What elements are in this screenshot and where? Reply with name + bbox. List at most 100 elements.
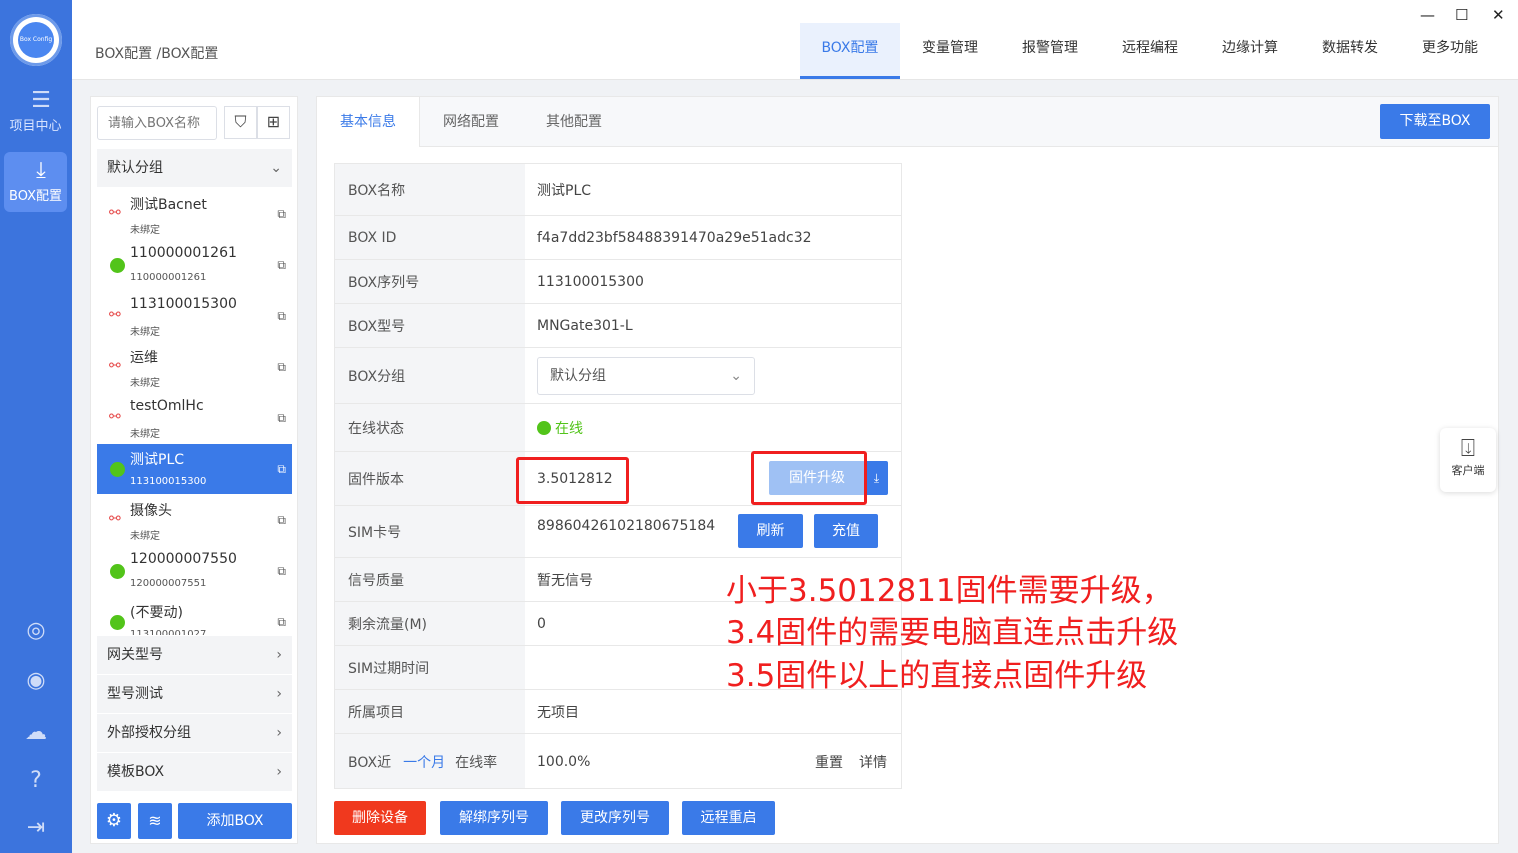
filter-icon[interactable]: ⛉ (224, 106, 257, 139)
content-panel: 基本信息 网络配置 其他配置 下载至BOX BOX名称 测试PLC BOX ID f… (316, 96, 1499, 844)
list-item[interactable]: ⚯ 运维 未绑定 ⧉ (97, 342, 292, 392)
delete-device-button[interactable]: 删除设备 (334, 801, 426, 835)
wifi-off-icon[interactable]: ≋ (138, 803, 172, 839)
list-item-selected[interactable]: 测试PLC 113100015300 ⧉ (97, 444, 292, 494)
add-folder-icon[interactable]: ⊞ (257, 106, 290, 139)
download-icon[interactable]: ⤓ (865, 461, 888, 495)
grid-list-icon: ☰ (31, 88, 51, 113)
help-icon[interactable]: ? (23, 768, 49, 794)
group-default[interactable]: 默认分组 ⌄ (97, 149, 292, 187)
row-sim: SIM卡号 89860426102180675184 刷新 充值 (335, 506, 901, 558)
list-item[interactable]: 110000001261 110000001261 ⧉ (97, 240, 292, 290)
tab-box-config[interactable]: BOX配置 (800, 23, 900, 79)
list-item[interactable]: ⚯ 113100015300 未绑定 ⧉ (97, 291, 292, 341)
row-project: 所属项目 无项目 (335, 690, 901, 734)
unlink-icon: ⚯ (109, 409, 121, 425)
list-item[interactable]: (不要动) 113100001027 ⧉ (97, 597, 292, 635)
box-name-link[interactable]: 测试PLC (537, 164, 591, 215)
group-external-auth[interactable]: 外部授权分组 › (97, 714, 292, 752)
download-to-box-button[interactable]: 下载至BOX (1380, 104, 1490, 139)
cloud-upload-icon[interactable]: ☁ (23, 720, 49, 746)
breadcrumb: BOX配置 /BOX配置 (95, 46, 219, 62)
online-dot (110, 462, 125, 477)
chevron-right-icon: › (276, 725, 282, 741)
list-item[interactable]: 120000007550 120000007551 ⧉ (97, 546, 292, 596)
chevron-down-icon: ⌄ (270, 160, 282, 176)
copy-icon[interactable]: ⧉ (277, 309, 286, 324)
close-button[interactable]: ✕ (1492, 6, 1505, 24)
tab-more-functions[interactable]: 更多功能 (1400, 23, 1500, 79)
box-search-input[interactable] (97, 106, 217, 140)
unlink-icon: ⚯ (109, 358, 121, 374)
client-widget[interactable]: ⍗ 客户端 (1440, 428, 1496, 492)
top-bar: BOX配置 /BOX配置 BOX配置 变量管理 报警管理 远程编程 边缘计算 数… (72, 0, 1518, 80)
add-box-button[interactable]: 添加BOX (178, 803, 292, 839)
user-icon[interactable]: ◉ (23, 668, 49, 694)
period-select[interactable]: 一个月 (403, 752, 445, 772)
highlight-firmware-version (516, 457, 629, 504)
download-box-icon: ⍗ (1460, 434, 1476, 462)
group-gateway-model[interactable]: 网关型号 › (97, 636, 292, 674)
unlink-icon: ⚯ (109, 511, 121, 527)
tab-data-forwarding[interactable]: 数据转发 (1300, 23, 1400, 79)
globe-icon[interactable]: ◎ (23, 618, 49, 644)
content-tabs: 基本信息 网络配置 其他配置 下载至BOX (317, 97, 1498, 147)
row-online-rate: BOX近 一个月 在线率 100.0% 重置 详情 (335, 734, 901, 788)
tab-basic-info[interactable]: 基本信息 (317, 97, 420, 147)
tab-edge-computing[interactable]: 边缘计算 (1200, 23, 1300, 79)
copy-icon[interactable]: ⧉ (277, 513, 286, 528)
unlink-icon: ⚯ (109, 205, 121, 221)
online-dot (110, 258, 125, 273)
row-box-serial: BOX序列号 113100015300 (335, 260, 901, 304)
highlight-upgrade-button (751, 451, 867, 505)
chevron-right-icon: › (276, 647, 282, 663)
copy-icon[interactable]: ⧉ (277, 258, 286, 273)
reset-link[interactable]: 重置 (815, 734, 843, 788)
online-dot (537, 420, 551, 435)
tab-alarm-management[interactable]: 报警管理 (1000, 23, 1100, 79)
chevron-right-icon: › (276, 686, 282, 702)
group-template-box[interactable]: 模板BOX › (97, 753, 292, 791)
box-list-panel: ⛉ ⊞ 默认分组⌄ ⚯测试Bacnet未绑定⧉ 1100000012611100… (90, 96, 298, 844)
tab-remote-programming[interactable]: 远程编程 (1100, 23, 1200, 79)
copy-icon[interactable]: ⧉ (277, 615, 286, 630)
remote-restart-button[interactable]: 远程重启 (682, 801, 775, 835)
unbind-serial-button[interactable]: 解绑序列号 (440, 801, 548, 835)
app-logo: Box Config (10, 14, 62, 66)
settings-icon[interactable]: ⚙ (97, 803, 131, 839)
annotation-line-1: 小于3.5012811固件需要升级， (726, 573, 1173, 609)
list-item[interactable]: ⚯ 测试Bacnet 未绑定 ⧉ (97, 189, 292, 239)
recharge-button[interactable]: 充值 (814, 514, 878, 548)
detail-link[interactable]: 详情 (859, 734, 887, 788)
logout-icon[interactable]: ⇥ (23, 815, 49, 841)
maximize-button[interactable]: ☐ (1455, 6, 1468, 24)
row-box-id: BOX ID f4a7dd23bf58488391470a29e51adc32 (335, 216, 901, 260)
group-model-test[interactable]: 型号测试 › (97, 675, 292, 713)
copy-icon[interactable]: ⧉ (277, 411, 286, 426)
annotation-line-3: 3.5固件以上的直接点固件升级 (726, 658, 1148, 694)
copy-icon[interactable]: ⧉ (277, 564, 286, 579)
copy-icon[interactable]: ⧉ (277, 462, 286, 477)
change-serial-button[interactable]: 更改序列号 (561, 801, 669, 835)
list-item[interactable]: ⚯ testOmlHc 未绑定 ⧉ (97, 393, 292, 443)
nav-box-config[interactable]: ⤓ BOX配置 (4, 152, 67, 212)
row-box-group: BOX分组 默认分组 ⌄ (335, 348, 901, 404)
copy-icon[interactable]: ⧉ (277, 360, 286, 375)
chevron-down-icon: ⌄ (730, 368, 742, 384)
refresh-button[interactable]: 刷新 (738, 514, 803, 548)
chevron-right-icon: › (276, 764, 282, 780)
unlink-icon: ⚯ (109, 307, 121, 323)
box-group-select[interactable]: 默认分组 ⌄ (537, 357, 755, 395)
nav-project-center[interactable]: ☰ 项目中心 (4, 82, 67, 142)
annotation-line-2: 3.4固件的需要电脑直连点击升级 (726, 615, 1179, 651)
row-box-model: BOX型号 MNGate301-L (335, 304, 901, 348)
list-item[interactable]: ⚯ 摄像头 未绑定 ⧉ (97, 495, 292, 545)
online-dot (110, 564, 125, 579)
online-dot (110, 615, 125, 630)
side-nav: Box Config ☰ 项目中心 ⤓ BOX配置 ◎ ◉ ☁ ? ⇥ (0, 0, 72, 853)
tab-network-config[interactable]: 网络配置 (426, 97, 516, 147)
copy-icon[interactable]: ⧉ (277, 207, 286, 222)
tab-other-config[interactable]: 其他配置 (529, 97, 619, 147)
tab-variable-management[interactable]: 变量管理 (900, 23, 1000, 79)
minimize-button[interactable]: — (1420, 6, 1435, 24)
